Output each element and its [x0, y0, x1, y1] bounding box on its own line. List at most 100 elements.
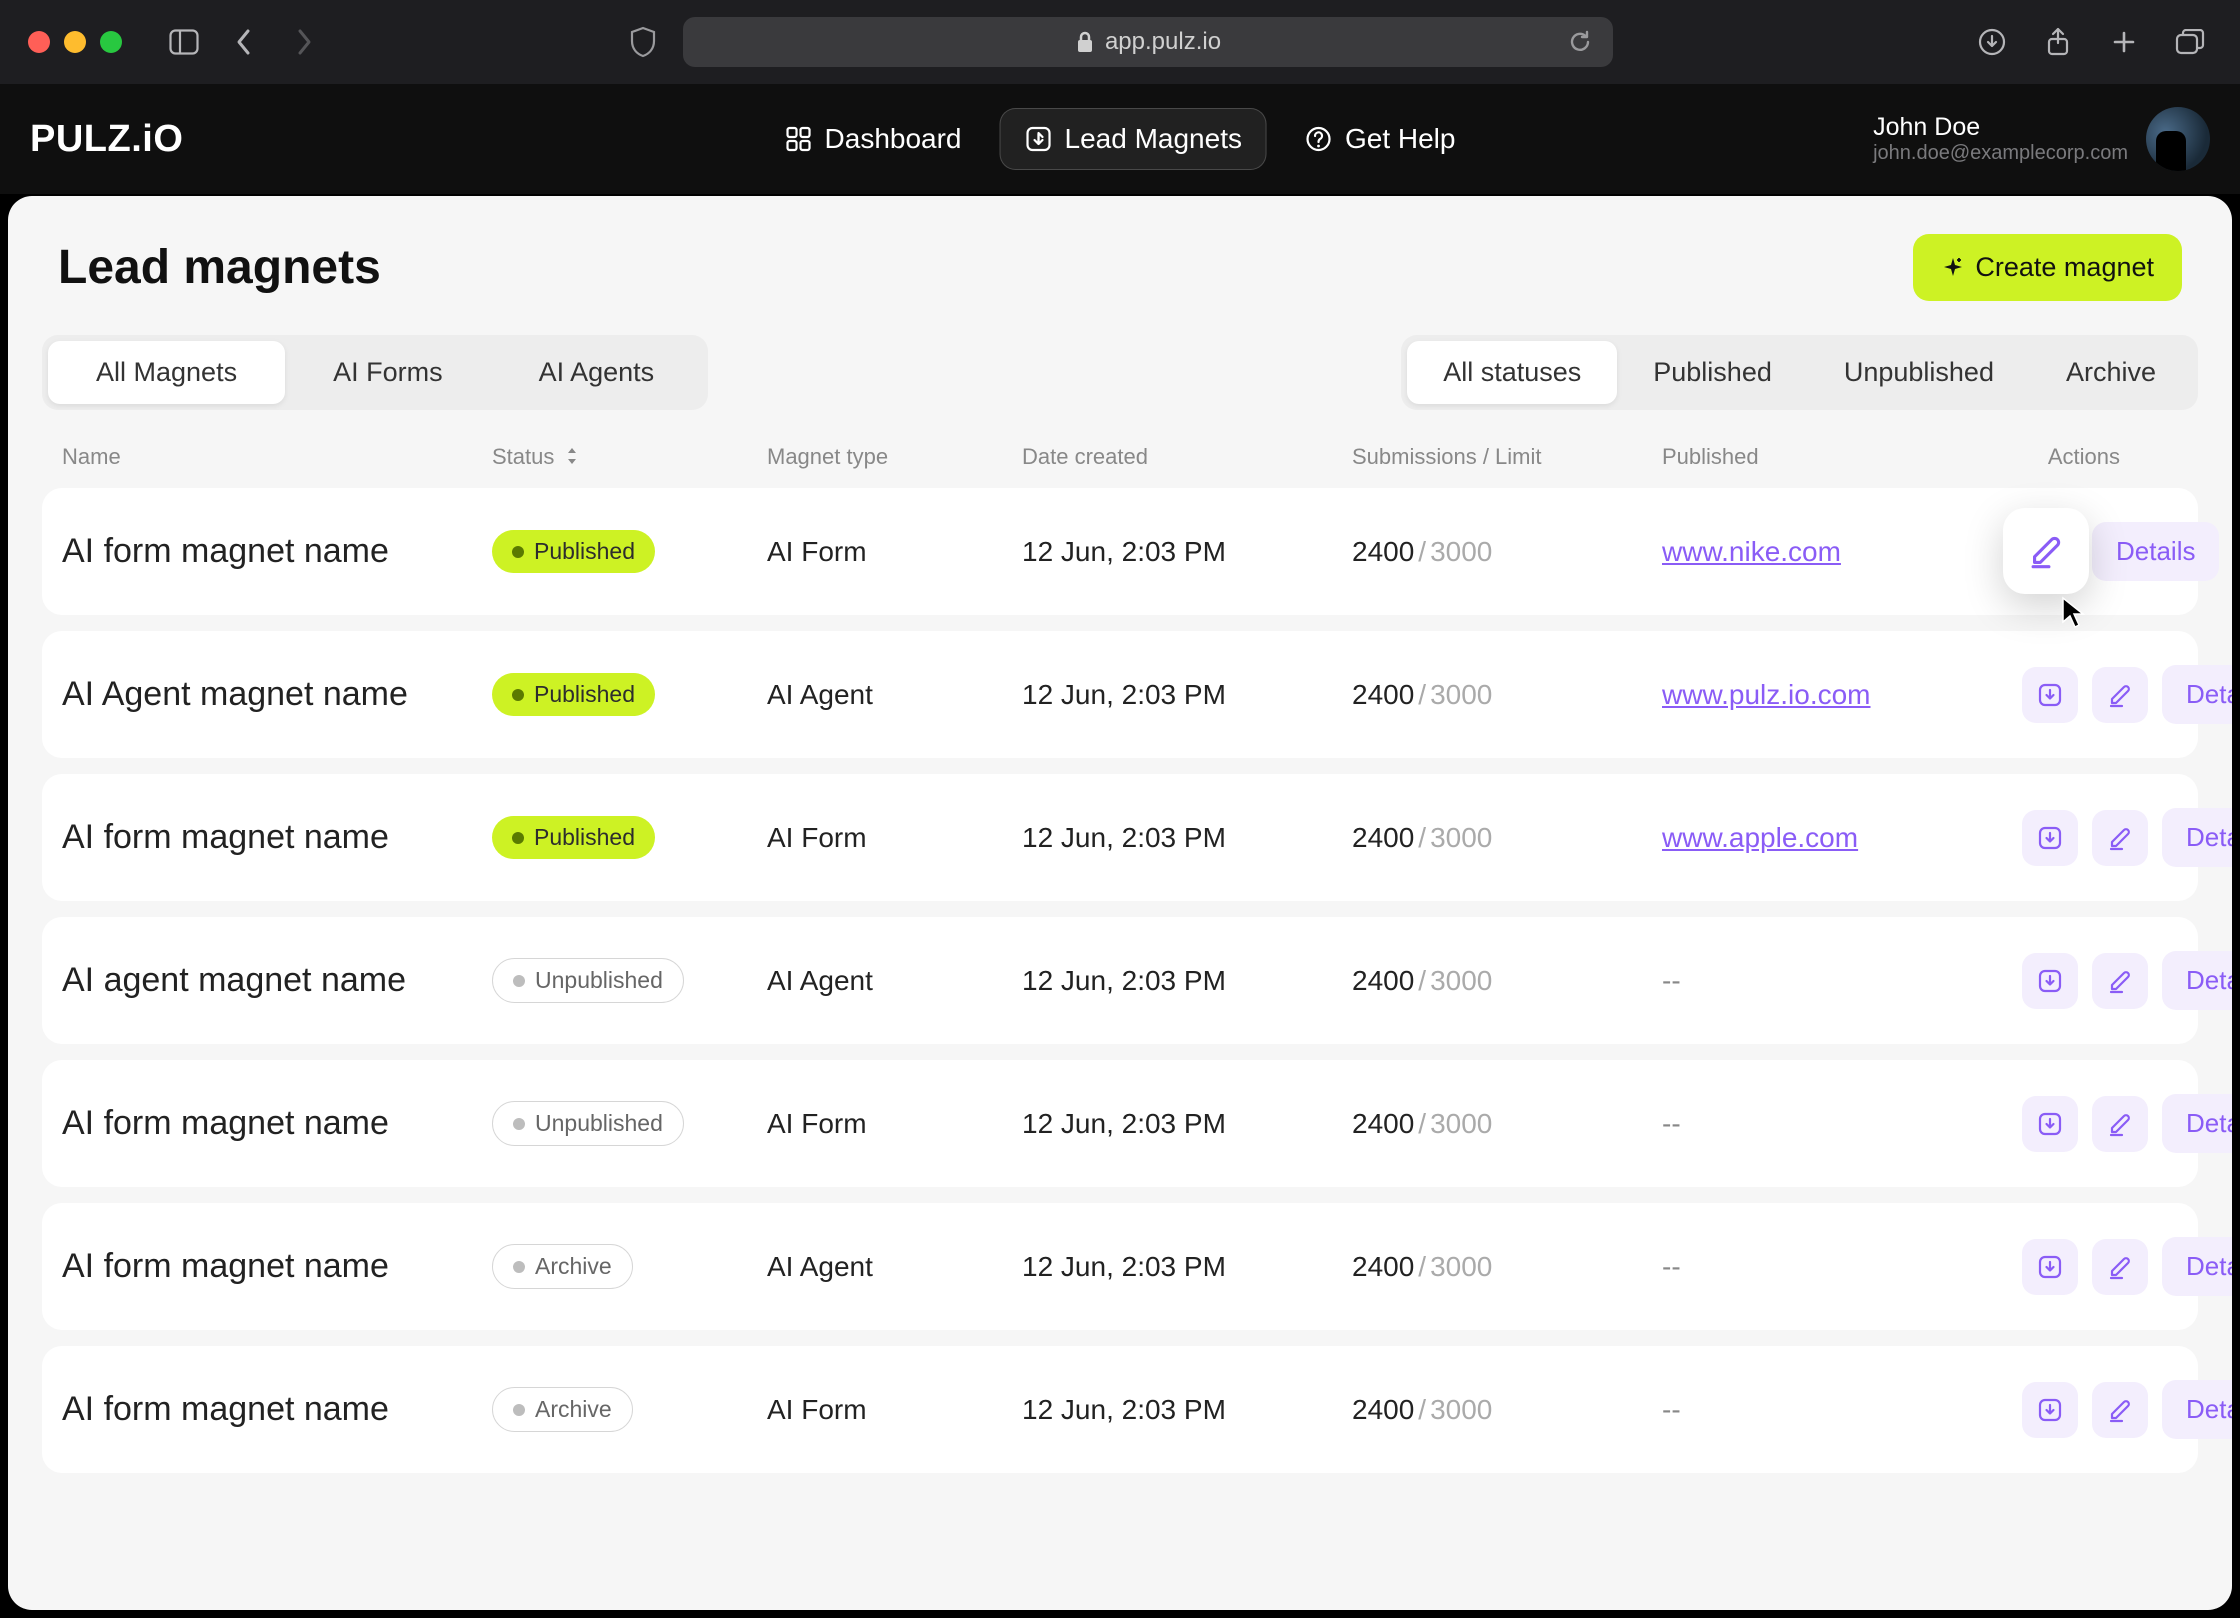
edit-button[interactable] — [2092, 810, 2148, 866]
published-cell: -- — [1662, 965, 2022, 997]
details-button[interactable]: Details — [2162, 951, 2232, 1010]
edit-button[interactable] — [2092, 1096, 2148, 1152]
row-actions: Details — [2022, 1380, 2232, 1439]
user-email: john.doe@examplecorp.com — [1873, 142, 2128, 165]
th-date[interactable]: Date created — [1022, 444, 1352, 470]
status-dot-icon — [513, 1118, 525, 1130]
magnet-name[interactable]: AI form magnet name — [62, 1247, 492, 1286]
th-subs[interactable]: Submissions / Limit — [1352, 444, 1662, 470]
table-row: AI form magnet namePublishedAI Form12 Ju… — [42, 488, 2198, 615]
edit-button[interactable] — [2092, 1382, 2148, 1438]
download-button[interactable] — [2022, 810, 2078, 866]
status-label: Unpublished — [535, 967, 663, 994]
downloads-icon[interactable] — [1970, 20, 2014, 64]
date-created: 12 Jun, 2:03 PM — [1022, 1108, 1352, 1140]
th-name[interactable]: Name — [62, 444, 492, 470]
download-button[interactable] — [2022, 1096, 2078, 1152]
avatar[interactable] — [2146, 107, 2210, 171]
type-filter-ai-agents[interactable]: AI Agents — [491, 341, 703, 404]
magnet-type: AI Form — [767, 822, 1022, 854]
status-filter-all-statuses[interactable]: All statuses — [1407, 341, 1617, 404]
details-button[interactable]: Details — [2162, 1237, 2232, 1296]
nav-dashboard[interactable]: Dashboard — [761, 108, 986, 170]
status-badge: Archive — [492, 1387, 633, 1432]
details-button[interactable]: Details — [2162, 1094, 2232, 1153]
tabs-overview-icon[interactable] — [2168, 20, 2212, 64]
status-badge: Archive — [492, 1244, 633, 1289]
published-link[interactable]: www.nike.com — [1662, 536, 1841, 567]
published-cell: -- — [1662, 1108, 2022, 1140]
download-button[interactable] — [2022, 953, 2078, 1009]
sidebar-toggle-icon[interactable] — [162, 20, 206, 64]
published-cell: -- — [1662, 1251, 2022, 1283]
forward-button[interactable] — [282, 20, 326, 64]
edit-button[interactable] — [2092, 953, 2148, 1009]
magnet-name[interactable]: AI agent magnet name — [62, 961, 492, 1000]
lock-icon — [1075, 30, 1095, 54]
download-button[interactable] — [2022, 1239, 2078, 1295]
address-bar[interactable]: app.pulz.io — [683, 17, 1612, 67]
share-icon[interactable] — [2036, 20, 2080, 64]
type-filter-all-magnets[interactable]: All Magnets — [48, 341, 285, 404]
published-link[interactable]: www.apple.com — [1662, 822, 1858, 853]
page-panel: Lead magnets Create magnet All MagnetsAI… — [8, 196, 2232, 1610]
reload-icon[interactable] — [1567, 29, 1593, 55]
published-empty: -- — [1662, 965, 1681, 996]
magnet-name[interactable]: AI Agent magnet name — [62, 675, 492, 714]
maximize-window-button[interactable] — [100, 31, 122, 53]
user-menu[interactable]: John Doe john.doe@examplecorp.com — [1873, 107, 2210, 171]
status-badge: Published — [492, 673, 655, 716]
cursor-icon — [2061, 596, 2087, 630]
brand-logo[interactable]: PULZ.iO — [30, 118, 183, 161]
th-published[interactable]: Published — [1662, 444, 2022, 470]
details-button[interactable]: Details — [2162, 665, 2232, 724]
magnet-name[interactable]: AI form magnet name — [62, 532, 492, 571]
magnet-name[interactable]: AI form magnet name — [62, 1104, 492, 1143]
details-button[interactable]: Details — [2162, 1380, 2232, 1439]
row-actions: Details — [2022, 665, 2232, 724]
edit-button[interactable] — [2003, 508, 2089, 594]
status-label: Unpublished — [535, 1110, 663, 1137]
magnet-type: AI Form — [767, 1394, 1022, 1426]
details-button[interactable]: Details — [2162, 808, 2232, 867]
submissions: 2400/3000 — [1352, 822, 1662, 854]
th-actions: Actions — [2022, 444, 2178, 470]
table-row: AI agent magnet nameUnpublishedAI Agent1… — [42, 917, 2198, 1044]
status-filter-archive[interactable]: Archive — [2030, 341, 2192, 404]
type-filter-group: All MagnetsAI FormsAI Agents — [42, 335, 708, 410]
type-filter-ai-forms[interactable]: AI Forms — [285, 341, 491, 404]
status-badge: Unpublished — [492, 1101, 684, 1146]
table-body: AI form magnet namePublishedAI Form12 Ju… — [42, 488, 2198, 1473]
sparkle-plus-icon — [1941, 256, 1965, 280]
status-filter-published[interactable]: Published — [1617, 341, 1808, 404]
app-header: PULZ.iO DashboardLead MagnetsGet Help Jo… — [0, 84, 2240, 194]
magnet-name[interactable]: AI form magnet name — [62, 818, 492, 857]
privacy-shield-icon[interactable] — [629, 26, 657, 58]
details-button[interactable]: Details — [2092, 522, 2219, 581]
published-cell: -- — [1662, 1394, 2022, 1426]
magnet-type: AI Agent — [767, 679, 1022, 711]
th-status[interactable]: Status — [492, 444, 767, 470]
status-badge: Published — [492, 816, 655, 859]
close-window-button[interactable] — [28, 31, 50, 53]
status-filter-unpublished[interactable]: Unpublished — [1808, 341, 2030, 404]
download-button[interactable] — [2022, 1382, 2078, 1438]
new-tab-icon[interactable] — [2102, 20, 2146, 64]
edit-button[interactable] — [2092, 1239, 2148, 1295]
magnet-name[interactable]: AI form magnet name — [62, 1390, 492, 1429]
edit-button[interactable] — [2092, 667, 2148, 723]
th-type[interactable]: Magnet type — [767, 444, 1022, 470]
nav-get-help[interactable]: Get Help — [1281, 108, 1480, 170]
submissions: 2400/3000 — [1352, 1394, 1662, 1426]
published-link[interactable]: www.pulz.io.com — [1662, 679, 1871, 710]
minimize-window-button[interactable] — [64, 31, 86, 53]
date-created: 12 Jun, 2:03 PM — [1022, 679, 1352, 711]
create-magnet-button[interactable]: Create magnet — [1913, 234, 2182, 301]
download-button[interactable] — [2022, 667, 2078, 723]
date-created: 12 Jun, 2:03 PM — [1022, 536, 1352, 568]
user-name: John Doe — [1873, 113, 2128, 142]
nav-lead-magnets[interactable]: Lead Magnets — [1000, 108, 1267, 170]
back-button[interactable] — [222, 20, 266, 64]
page-title: Lead magnets — [58, 240, 381, 295]
status-label: Archive — [535, 1396, 612, 1423]
